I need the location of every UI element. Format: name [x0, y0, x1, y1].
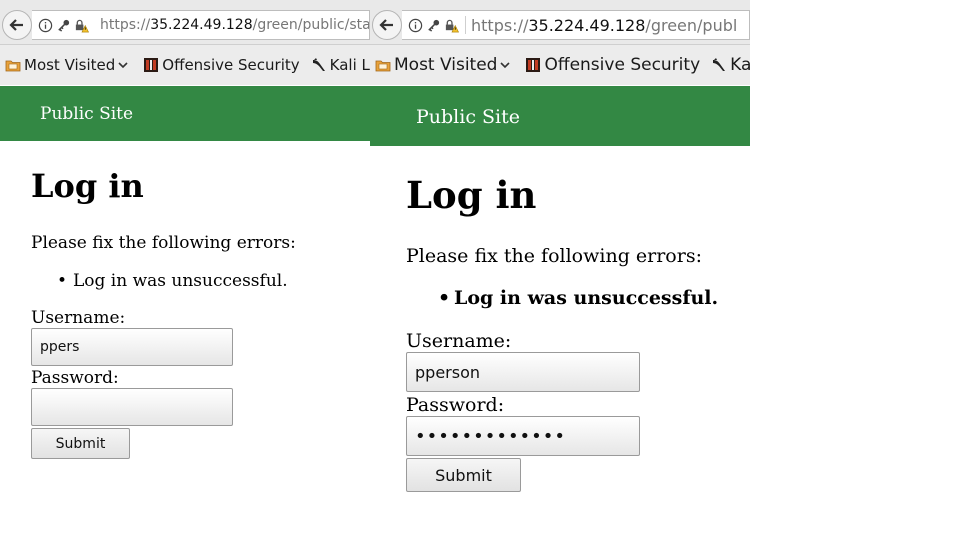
offsec-icon — [144, 58, 159, 72]
login-form: Log in Please fix the following errors: … — [406, 172, 718, 492]
bookmark-most-visited[interactable]: Most Visited — [5, 56, 132, 74]
bookmark-offensive-security[interactable]: Offensive Security — [143, 56, 300, 74]
bookmark-label: Offensive Security — [162, 56, 300, 74]
arrow-left-icon — [9, 19, 23, 31]
site-header: Public Site — [0, 86, 370, 141]
username-label: Username: — [406, 330, 512, 352]
url-scheme: https:// — [100, 17, 151, 33]
left-browser-window: https://35.224.49.128/green/public/stat … — [0, 0, 370, 540]
bookmark-label: Kali Linux — [329, 56, 370, 74]
error-summary-intro: Please fix the following errors: — [31, 233, 296, 253]
info-icon[interactable] — [408, 18, 423, 33]
bookmark-offensive-security[interactable]: Offensive Security — [525, 55, 700, 75]
offsec-icon — [526, 58, 541, 72]
chevron-down-icon — [500, 62, 511, 69]
bookmark-kali-linux[interactable]: Kali Linux — [311, 56, 370, 74]
password-input[interactable] — [31, 388, 233, 426]
bookmark-label: Most Visited — [394, 55, 498, 75]
info-icon[interactable] — [38, 18, 53, 33]
url-path: /green/public/stat — [252, 17, 370, 33]
username-input[interactable] — [406, 352, 640, 392]
bookmarks-toolbar: Most Visited Offensive Security Kali — [370, 45, 750, 85]
url-path: /green/publ — [645, 15, 738, 35]
submit-button[interactable]: Submit — [406, 458, 521, 492]
chevron-down-icon — [118, 62, 128, 69]
login-form: Log in Please fix the following errors: … — [31, 164, 296, 459]
folder-icon — [5, 60, 21, 72]
username-input[interactable] — [31, 328, 233, 366]
url-bar: https://35.224.49.128/green/publ — [370, 0, 750, 45]
username-label: Username: — [31, 308, 126, 328]
site-name-link[interactable]: Public Site — [40, 104, 133, 124]
password-input[interactable] — [406, 416, 640, 456]
lock-warning-icon[interactable] — [444, 18, 459, 33]
url-separator — [465, 16, 466, 34]
bookmarks-toolbar: Most Visited Offensive Security Kali Lin… — [0, 45, 370, 85]
url-host: 35.224.49.128 — [528, 15, 646, 35]
lock-warning-icon[interactable] — [74, 18, 89, 33]
error-list: Log in was unsuccessful. — [57, 270, 296, 292]
bookmark-most-visited[interactable]: Most Visited — [375, 55, 514, 75]
kali-dragon-icon — [713, 58, 726, 71]
right-browser-window: https://35.224.49.128/green/publ Most Vi… — [370, 0, 750, 540]
back-button[interactable] — [2, 10, 32, 40]
key-icon[interactable] — [56, 18, 71, 33]
url-scheme: https:// — [471, 15, 529, 35]
password-label: Password: — [406, 394, 505, 416]
url-host: 35.224.49.128 — [150, 17, 253, 33]
page-title: Log in — [31, 167, 144, 205]
folder-icon — [375, 60, 391, 72]
bookmark-kali-linux[interactable]: Kali — [711, 55, 750, 75]
page-title: Log in — [406, 173, 537, 217]
key-icon[interactable] — [426, 18, 441, 33]
error-item: Log in was unsuccessful. — [438, 286, 718, 310]
password-label: Password: — [31, 368, 119, 388]
error-summary-intro: Please fix the following errors: — [406, 245, 702, 267]
site-name-link[interactable]: Public Site — [416, 106, 520, 128]
submit-button[interactable]: Submit — [31, 428, 130, 459]
back-button[interactable] — [372, 10, 402, 40]
kali-dragon-icon — [312, 58, 325, 71]
bookmark-label: Offensive Security — [544, 55, 701, 75]
url-bar: https://35.224.49.128/green/public/stat — [0, 0, 370, 45]
bookmark-label: Most Visited — [24, 56, 116, 74]
site-header: Public Site — [370, 86, 750, 146]
error-list: Log in was unsuccessful. — [438, 286, 718, 310]
error-item: Log in was unsuccessful. — [57, 270, 296, 292]
bookmark-label: Kali — [730, 55, 750, 75]
arrow-left-icon — [379, 19, 393, 31]
address-input[interactable]: https://35.224.49.128/green/publ — [402, 10, 750, 40]
address-input[interactable]: https://35.224.49.128/green/public/stat — [32, 10, 370, 40]
